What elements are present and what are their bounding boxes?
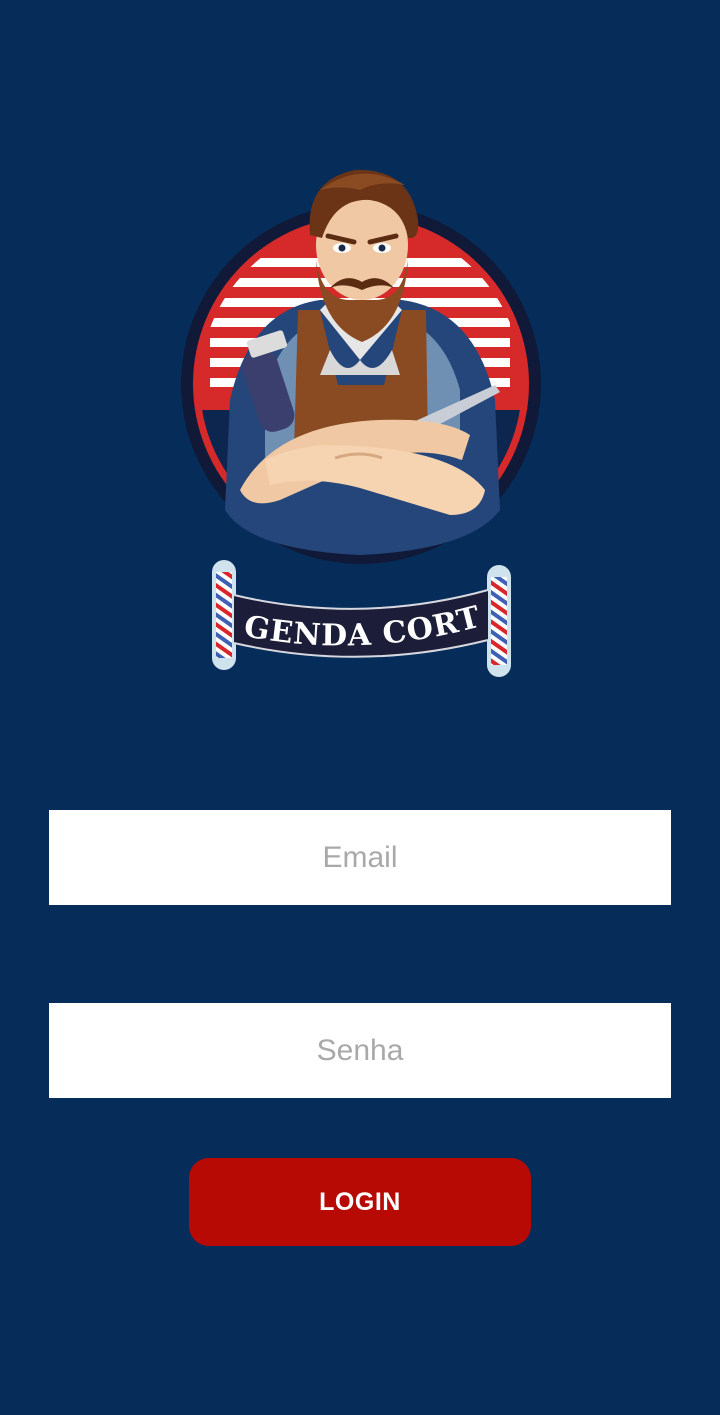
login-button[interactable]: LOGIN <box>189 1158 531 1246</box>
email-input[interactable] <box>49 810 671 905</box>
password-input[interactable] <box>49 1003 671 1098</box>
app-logo: AGENDA CORTE <box>170 160 550 690</box>
barber-mascot-icon: AGENDA CORTE <box>170 160 541 677</box>
